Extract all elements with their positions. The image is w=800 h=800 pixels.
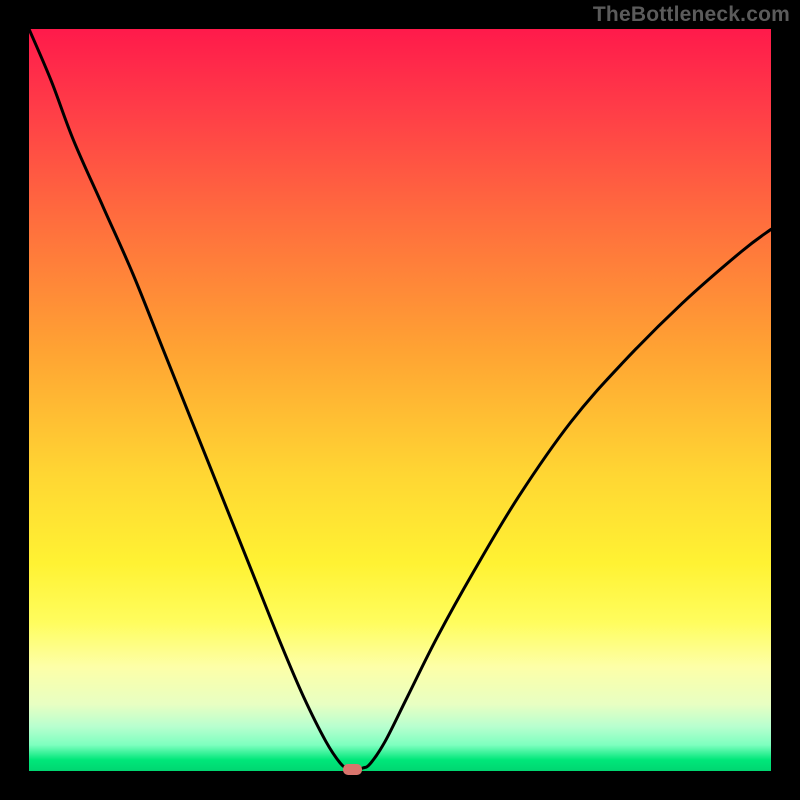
chart-container: TheBottleneck.com <box>0 0 800 800</box>
bottleneck-curve <box>29 29 771 770</box>
optimum-marker <box>343 764 362 775</box>
curve-svg <box>29 29 771 771</box>
plot-area <box>29 29 771 771</box>
attribution-text: TheBottleneck.com <box>593 3 790 27</box>
